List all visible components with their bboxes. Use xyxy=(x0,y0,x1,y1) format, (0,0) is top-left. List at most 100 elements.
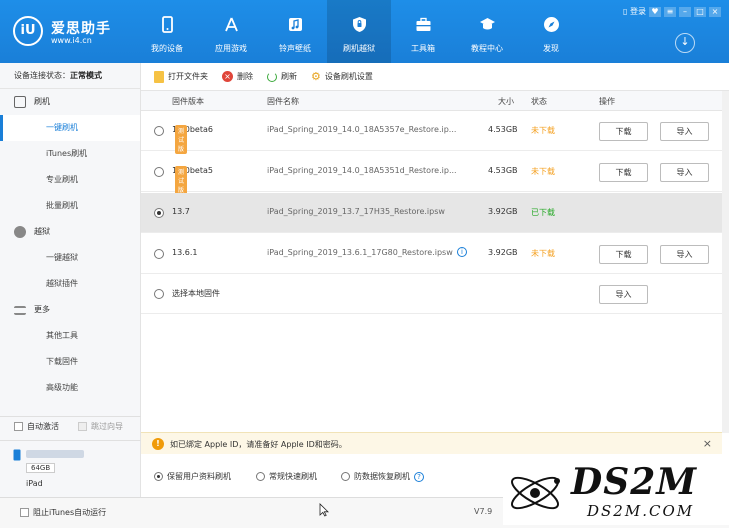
minimize-button[interactable]: – xyxy=(679,6,691,17)
nav-toolbox[interactable]: 工具箱 xyxy=(391,0,455,63)
skip-guide-checkbox[interactable]: 跳过向导 xyxy=(78,421,123,432)
local-firmware-radio[interactable] xyxy=(154,289,164,299)
help-icon[interactable]: ? xyxy=(414,471,424,482)
nav-my-device[interactable]: 我的设备 xyxy=(135,0,199,63)
sidebar-item-pro-flash[interactable]: 专业刷机 xyxy=(0,167,140,193)
sidebar-item-batch-flash[interactable]: 批量刷机 xyxy=(0,193,140,219)
sidebar-section-more[interactable]: 更多 xyxy=(0,297,140,323)
firmware-size: 3.92GB xyxy=(488,207,518,216)
jailbreak-icon xyxy=(14,226,26,238)
download-button[interactable]: 下载 xyxy=(599,245,648,264)
open-folder-button[interactable]: 打开文件夹 xyxy=(154,70,208,83)
sidebar-item-other-tools[interactable]: 其他工具 xyxy=(0,323,140,349)
device-name-redacted xyxy=(26,450,84,458)
sidebar-section-jailbreak[interactable]: 越狱 xyxy=(0,219,140,245)
music-note-icon xyxy=(289,18,302,31)
firmware-row[interactable]: 14.0beta5 测试版 iPad_Spring_2019_14.0_18A53… xyxy=(141,152,722,195)
import-button[interactable]: 导入 xyxy=(660,245,709,264)
firmware-name: iPad_Spring_2019_14.0_18A5357e_Restore.i… xyxy=(267,125,457,134)
graduation-cap-icon xyxy=(480,18,495,30)
info-icon[interactable]: i xyxy=(457,247,467,257)
table-scrollbar[interactable] xyxy=(722,91,729,433)
local-import-button[interactable]: 导入 xyxy=(599,285,648,304)
connection-mode: 正常模式 xyxy=(70,71,102,80)
import-button[interactable]: 导入 xyxy=(660,163,709,182)
firmware-name: iPad_Spring_2019_13.7_17H35_Restore.ipsw xyxy=(267,207,445,216)
firmware-size: 4.53GB xyxy=(488,125,518,134)
app-name: 爱思助手 xyxy=(51,21,111,37)
auto-activate-checkbox[interactable]: 自动激活 xyxy=(14,421,59,432)
skin-button[interactable]: ♥ xyxy=(649,6,661,17)
refresh-icon xyxy=(267,71,277,82)
sidebar-section-flash[interactable]: 刷机 xyxy=(0,89,140,115)
firmware-row[interactable]: 14.0beta6 测试版 iPad_Spring_2019_14.0_18A53… xyxy=(141,111,722,154)
firmware-row-selected[interactable]: 13.7 iPad_Spring_2019_13.7_17H35_Restore… xyxy=(141,193,722,233)
notice-text: 如已绑定 Apple ID，请准备好 Apple ID和密码。 xyxy=(170,440,347,449)
sidebar-item-one-click-jailbreak[interactable]: 一键越狱 xyxy=(0,245,140,271)
close-window-button[interactable]: × xyxy=(709,6,721,17)
beta-badge: 测试版 xyxy=(175,125,188,154)
menu-button[interactable]: ≡ xyxy=(664,6,676,17)
beta-badge: 测试版 xyxy=(175,166,188,195)
firmware-name: iPad_Spring_2019_14.0_18A5351d_Restore.i… xyxy=(267,166,457,175)
col-actions: 操作 xyxy=(599,97,615,106)
firmware-radio[interactable] xyxy=(154,126,164,136)
warning-icon: ! xyxy=(152,438,164,450)
app-store-icon xyxy=(225,17,238,32)
firmware-radio[interactable] xyxy=(154,249,164,259)
device-flash-settings-button[interactable]: ⚙ 设备刷机设置 xyxy=(311,70,373,83)
option-anti-recovery[interactable]: 防数据恢复刷机? xyxy=(341,471,424,482)
more-icon xyxy=(14,305,26,315)
nav-ringtones-wallpapers[interactable]: 铃声壁纸 xyxy=(263,0,327,63)
watermark-subtitle: DS2M.COM xyxy=(587,502,695,520)
option-quick-flash[interactable]: 常规快速刷机 xyxy=(256,471,317,482)
firmware-status: 已下载 xyxy=(531,208,555,217)
login-link[interactable]: ▯ 登录 xyxy=(623,6,646,17)
firmware-radio[interactable] xyxy=(154,167,164,177)
compass-icon xyxy=(544,17,559,32)
nav-apps-games[interactable]: 应用游戏 xyxy=(199,0,263,63)
tablet-icon xyxy=(13,449,21,461)
device-type: iPad xyxy=(26,479,43,488)
close-notice-icon[interactable]: × xyxy=(703,437,712,450)
firmware-table-header: 固件版本 固件名称 大小 状态 操作 xyxy=(141,91,722,111)
toolbar: 打开文件夹 × 删除 刷新 ⚙ 设备刷机设置 xyxy=(141,63,729,91)
firmware-radio[interactable] xyxy=(154,208,164,218)
firmware-row[interactable]: 13.6.1 iPad_Spring_2019_13.6.1_17G80_Res… xyxy=(141,234,722,274)
col-name: 固件名称 xyxy=(267,97,299,106)
folder-icon xyxy=(154,70,164,83)
delete-button[interactable]: × 删除 xyxy=(222,71,253,82)
atom-logo-icon xyxy=(511,476,560,510)
option-keep-data[interactable]: 保留用户资料刷机 xyxy=(154,471,231,482)
download-button[interactable]: 下载 xyxy=(599,163,648,182)
firmware-size: 4.53GB xyxy=(488,166,518,175)
col-status: 状态 xyxy=(531,97,547,106)
firmware-status: 未下载 xyxy=(531,167,555,176)
sidebar-item-itunes-flash[interactable]: iTunes刷机 xyxy=(0,141,140,167)
download-button[interactable]: 下载 xyxy=(599,122,648,141)
local-firmware-row[interactable]: 选择本地固件 导入 xyxy=(141,274,722,314)
firmware-size: 3.92GB xyxy=(488,248,518,257)
sidebar-item-advanced[interactable]: 高级功能 xyxy=(0,375,140,401)
sidebar: 设备连接状态：正常模式 刷机 一键刷机 iTunes刷机 专业刷机 批量刷机 越… xyxy=(0,63,141,528)
watermark-title: DS2M xyxy=(571,461,698,503)
maximize-button[interactable]: □ xyxy=(694,6,706,17)
import-button[interactable]: 导入 xyxy=(660,122,709,141)
nav-tutorials[interactable]: 教程中心 xyxy=(455,0,519,63)
nav-flash-jailbreak[interactable]: 刷机越狱 xyxy=(327,0,391,63)
col-size: 大小 xyxy=(498,97,514,106)
app-header: iU 爱思助手 www.i4.cn 我的设备 应用游戏 铃声壁纸 刷机越狱 工具… xyxy=(0,0,729,63)
sidebar-item-jailbreak-plugins[interactable]: 越狱插件 xyxy=(0,271,140,297)
col-version: 固件版本 xyxy=(172,97,204,106)
window-controls: ▯ 登录 ♥ ≡ – □ × xyxy=(623,6,721,17)
nav-discover[interactable]: 发现 xyxy=(519,0,583,63)
sidebar-item-one-click-flash[interactable]: 一键刷机 xyxy=(0,115,140,141)
sidebar-options: 自动激活 跳过向导 xyxy=(0,416,141,436)
sidebar-item-download-firmware[interactable]: 下载固件 xyxy=(0,349,140,375)
connection-status: 设备连接状态：正常模式 xyxy=(0,63,140,89)
block-itunes-checkbox[interactable]: 阻止iTunes自动运行 xyxy=(20,507,106,518)
watermark: DS2M DS2M.COM xyxy=(503,459,729,525)
refresh-button[interactable]: 刷新 xyxy=(267,71,297,82)
app-url: www.i4.cn xyxy=(51,36,92,45)
download-manager-icon[interactable]: ↓ xyxy=(675,33,695,53)
